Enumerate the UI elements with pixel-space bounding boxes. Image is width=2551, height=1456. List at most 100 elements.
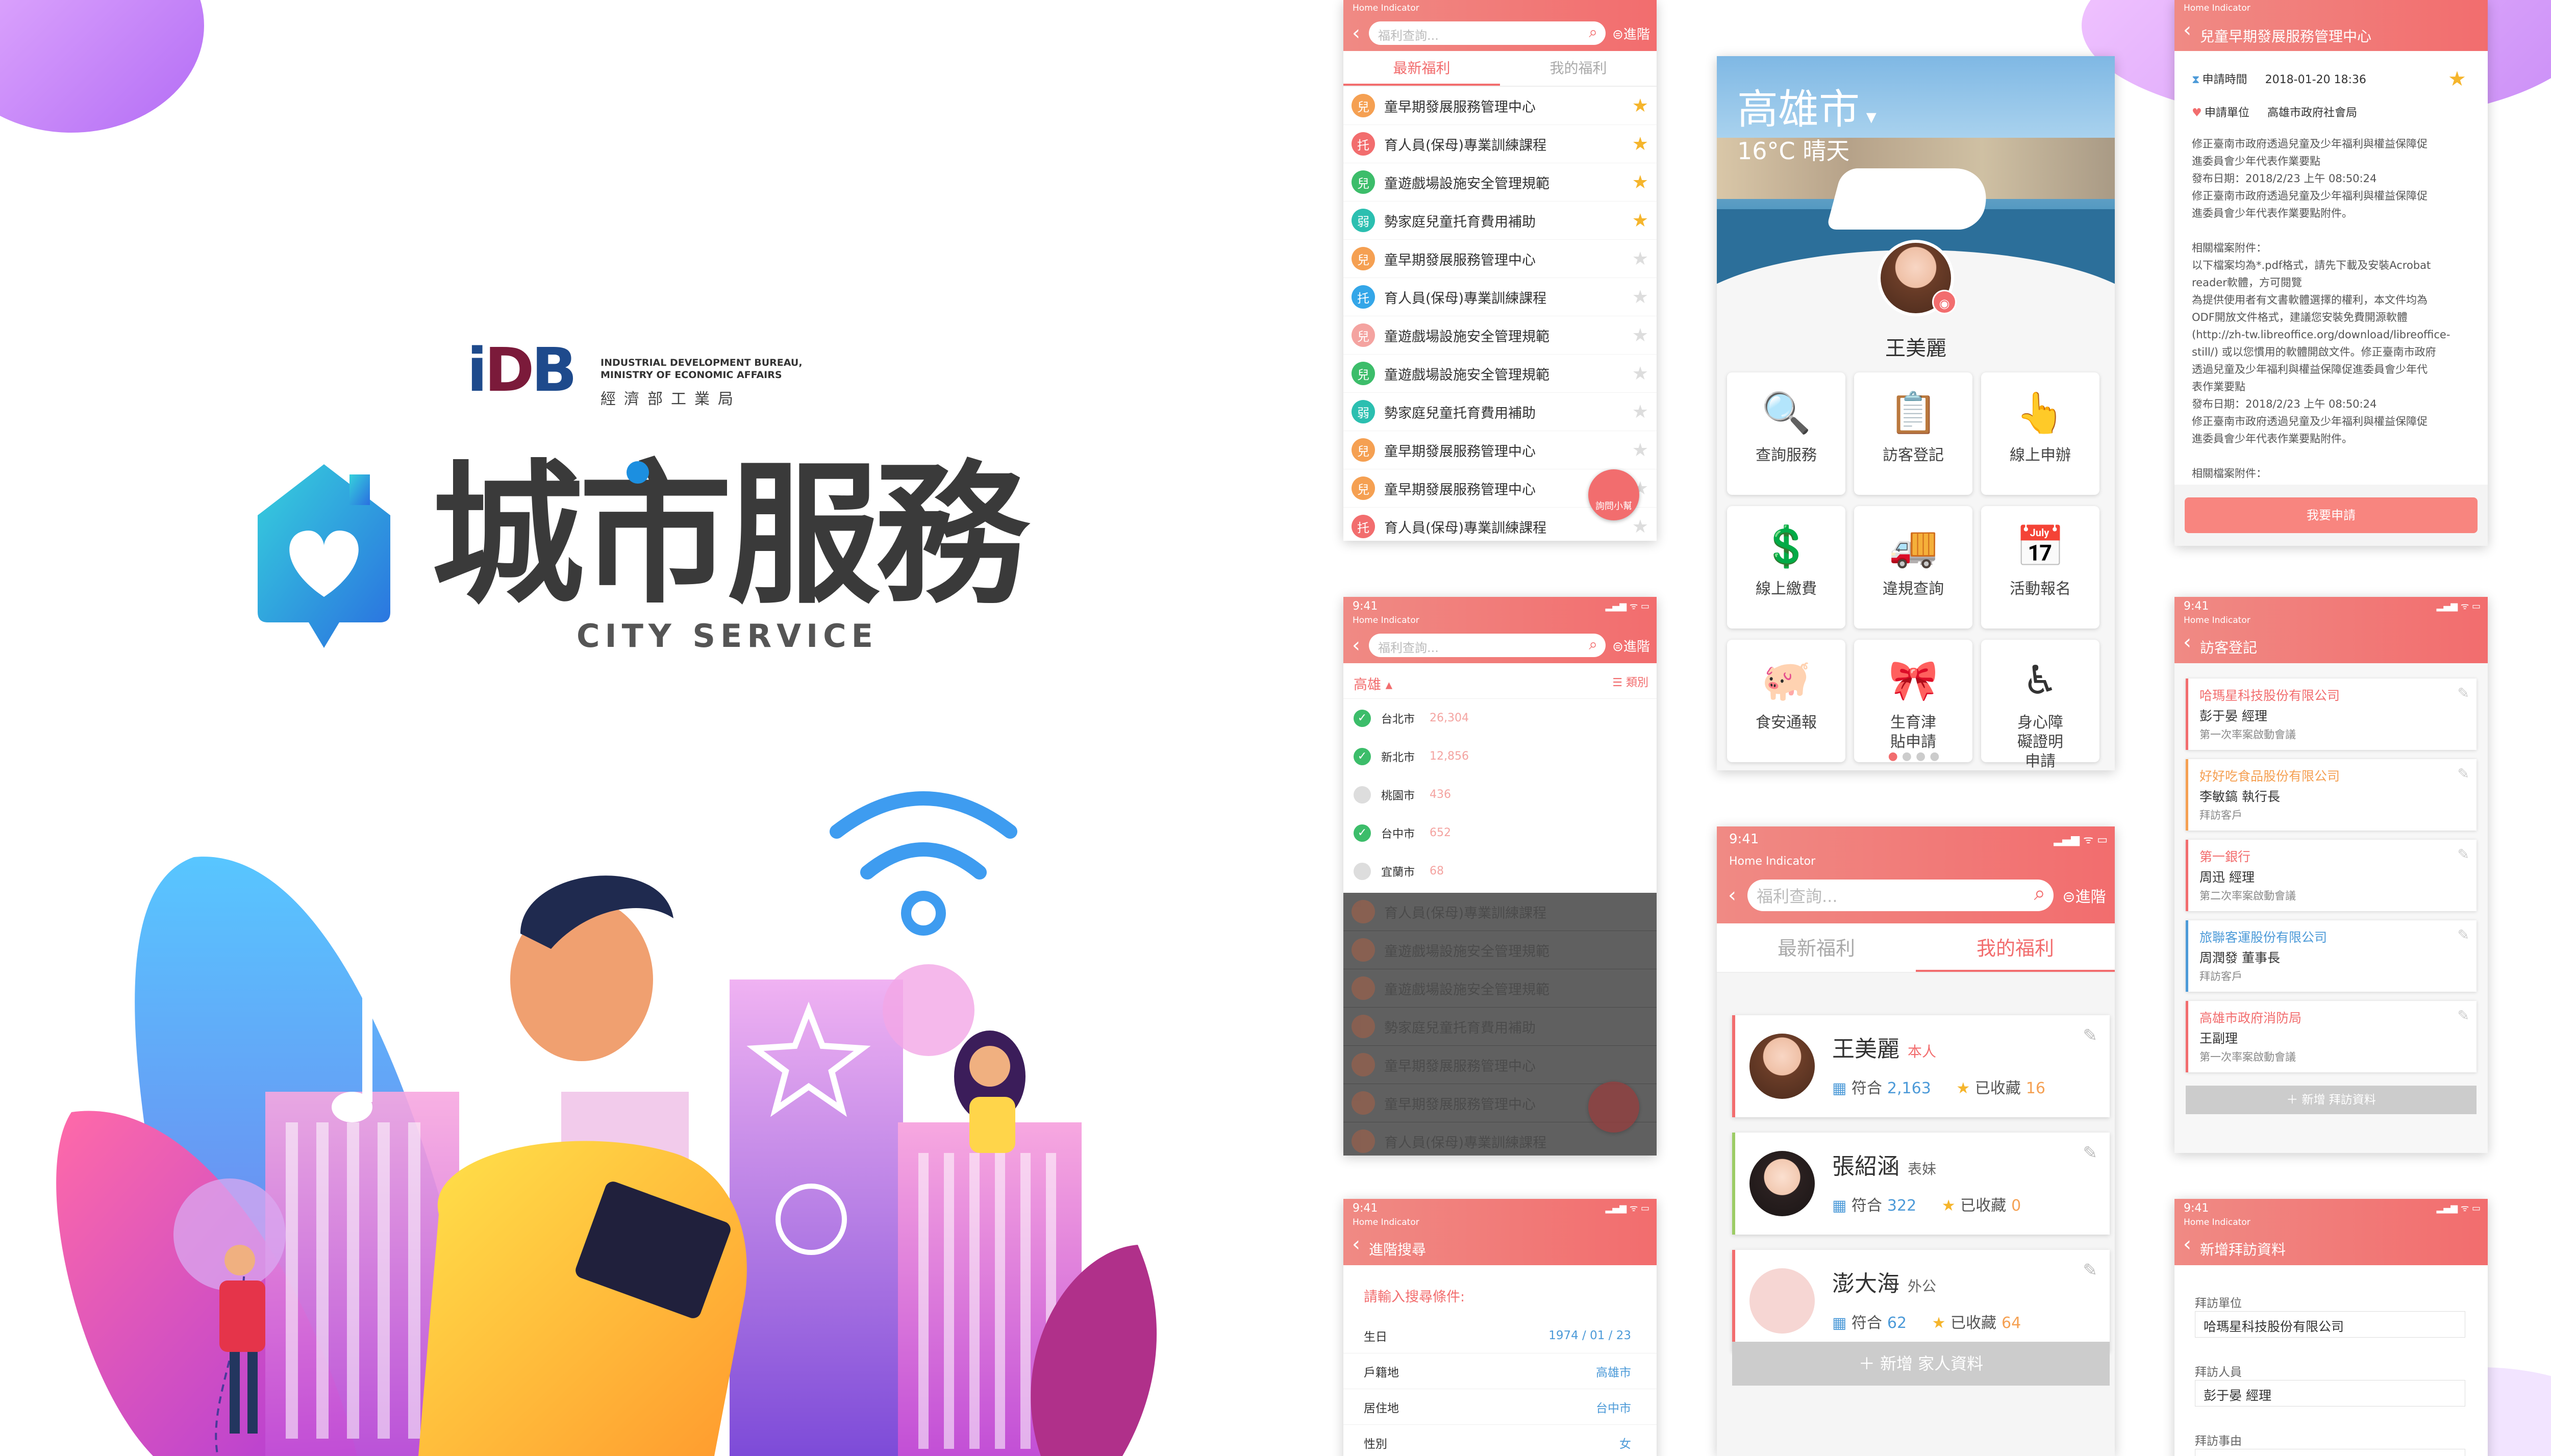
criteria-row[interactable]: 生日 1974 / 01 / 23 xyxy=(1343,1318,1657,1353)
favorite-star-icon[interactable]: ★ xyxy=(1632,95,1648,116)
back-icon[interactable]: ‹ xyxy=(2174,1233,2200,1256)
service-tile[interactable]: 🐖 食安通報 xyxy=(1727,640,1845,762)
favorite-star-icon[interactable]: ★ xyxy=(1632,248,1648,269)
region-option[interactable]: ✓ 桃園市 436 xyxy=(1343,775,1657,814)
edit-pencil-icon[interactable]: ✎ xyxy=(2458,765,2469,782)
home-indicator-link[interactable]: Home Indicator xyxy=(2184,1217,2250,1227)
form-field[interactable]: 第一次率案啟動會議 xyxy=(2195,1449,2465,1456)
back-icon[interactable]: ‹ xyxy=(1343,21,1369,45)
advanced-search-button[interactable]: ⊜進階 xyxy=(2054,884,2115,907)
tab-my-welfare[interactable]: 我的福利 xyxy=(1916,923,2115,972)
edit-pencil-icon[interactable]: ✎ xyxy=(2458,1007,2469,1024)
list-item[interactable]: 兒童早期發展服務管理中心 ★ xyxy=(1343,87,1657,125)
home-indicator-link[interactable]: Home Indicator xyxy=(2184,3,2250,13)
list-item[interactable]: 兒童遊戲場設施安全管理規範 ★ xyxy=(1343,355,1657,393)
favorite-star-icon[interactable]: ★ xyxy=(1632,363,1648,384)
service-tile[interactable]: ♿ 身心障礙證明申請 xyxy=(1981,640,2099,770)
criteria-row[interactable]: 性別 女 xyxy=(1343,1425,1657,1456)
back-icon[interactable]: ‹ xyxy=(1343,634,1369,657)
region-option[interactable]: ✓ 台中市 652 xyxy=(1343,814,1657,852)
back-icon[interactable]: ‹ xyxy=(2174,18,2200,42)
checkbox-icon[interactable]: ✓ xyxy=(1354,862,1371,880)
home-indicator-link[interactable]: Home Indicator xyxy=(1353,3,1419,13)
add-family-button[interactable]: ＋ 新增 家人資料 xyxy=(1732,1342,2110,1386)
edit-pencil-icon[interactable]: ✎ xyxy=(2083,1143,2098,1163)
search-input[interactable]: 福利查詢... ⌕ xyxy=(1369,21,1606,45)
family-member-card[interactable]: 澎大海 外公 ▦ 符合 62 ★ 已收藏 64 ✎ xyxy=(1732,1250,2110,1352)
camera-icon[interactable]: ◉ xyxy=(1932,290,1957,314)
edit-pencil-icon[interactable]: ✎ xyxy=(2083,1260,2098,1281)
region-option[interactable]: ✓ 台北市 26,304 xyxy=(1343,699,1657,737)
page-dots[interactable]: ●●●● xyxy=(1717,750,2115,763)
region-option[interactable]: ✓ 新北市 12,856 xyxy=(1343,737,1657,775)
checkbox-icon[interactable]: ✓ xyxy=(1354,747,1371,765)
back-icon[interactable]: ‹ xyxy=(1717,884,1747,907)
advanced-search-button[interactable]: ⊜進階 xyxy=(1606,24,1657,43)
edit-pencil-icon[interactable]: ✎ xyxy=(2458,846,2469,863)
favorite-star-icon[interactable]: ★ xyxy=(1632,134,1648,155)
home-indicator-link[interactable]: Home Indicator xyxy=(1729,855,1815,868)
list-item[interactable]: 兒童早期發展服務管理中心 ★ xyxy=(1343,431,1657,469)
favorite-star-icon[interactable]: ★ xyxy=(2448,67,2466,91)
visitor-card[interactable]: 第一銀行 周迅 經理 第二次率案啟動會議 ✎ xyxy=(2186,840,2477,911)
list-item[interactable]: 兒童早期發展服務管理中心 ★ xyxy=(1343,240,1657,278)
service-tile[interactable]: 📅 活動報名 xyxy=(1981,506,2099,629)
home-indicator-link[interactable]: Home Indicator xyxy=(2184,615,2250,625)
edit-pencil-icon[interactable]: ✎ xyxy=(2083,1025,2098,1046)
advanced-search-button[interactable]: ⊜進階 xyxy=(1606,636,1657,655)
criteria-row[interactable]: 戶籍地 高雄市 xyxy=(1343,1353,1657,1389)
edit-pencil-icon[interactable]: ✎ xyxy=(2458,685,2469,701)
service-tile[interactable]: 👆 線上申辦 xyxy=(1981,372,2099,495)
status-time: 9:41 xyxy=(1729,832,1759,847)
apply-button[interactable]: 我要申請 xyxy=(2185,497,2478,533)
visitor-card[interactable]: 哈瑪星科技股份有限公司 彭于晏 經理 第一次率案啟動會議 ✎ xyxy=(2186,679,2477,750)
home-indicator-link[interactable]: Home Indicator xyxy=(1353,615,1419,625)
family-member-card[interactable]: 王美麗 本人 ▦ 符合 2,163 ★ 已收藏 16 ✎ xyxy=(1732,1015,2110,1117)
checkbox-icon[interactable]: ✓ xyxy=(1354,824,1371,842)
visitor-card[interactable]: 高雄市政府消防局 王副理 第一次率案啟動會議 ✎ xyxy=(2186,1001,2477,1072)
back-icon[interactable]: ‹ xyxy=(1343,1233,1369,1256)
region-option[interactable]: ✓ 宜蘭市 68 xyxy=(1343,852,1657,890)
favorite-star-icon[interactable]: ★ xyxy=(1632,325,1648,346)
service-tile[interactable]: 🚚 違規查詢 xyxy=(1854,506,1972,629)
category-button[interactable]: ☰ 類別 xyxy=(1612,673,1648,690)
list-item[interactable]: 兒童遊戲場設施安全管理規範 ★ xyxy=(1343,316,1657,355)
service-tile[interactable]: 🔍 查詢服務 xyxy=(1727,372,1845,495)
favorite-star-icon[interactable]: ★ xyxy=(1632,401,1648,422)
favorite-star-icon[interactable]: ★ xyxy=(1632,287,1648,308)
favorite-star-icon[interactable]: ★ xyxy=(1632,210,1648,231)
list-item[interactable]: 托育人員(保母)專業訓練課程 ★ xyxy=(1343,125,1657,163)
assistant-fab-button[interactable] xyxy=(1588,1082,1639,1133)
criteria-row[interactable]: 居住地 台中市 xyxy=(1343,1389,1657,1425)
visitor-card[interactable]: 旅聯客運股份有限公司 周潤發 董事長 拜訪客戶 ✎ xyxy=(2186,920,2477,992)
checkbox-icon[interactable]: ✓ xyxy=(1354,786,1371,804)
tab-latest-welfare[interactable]: 最新福利 xyxy=(1717,923,1916,972)
favorite-star-icon[interactable]: ★ xyxy=(1632,516,1648,537)
visitor-card[interactable]: 好好吃食品股份有限公司 李敏鎬 執行長 拜訪客戶 ✎ xyxy=(2186,759,2477,831)
family-member-card[interactable]: 張紹涵 表妹 ▦ 符合 322 ★ 已收藏 0 ✎ xyxy=(1732,1133,2110,1235)
add-visit-button[interactable]: ＋ 新增 拜訪資料 xyxy=(2186,1086,2477,1114)
service-tile[interactable]: 💲 線上繳費 xyxy=(1727,506,1845,629)
search-input[interactable]: 福利查詢... ⌕ xyxy=(1747,880,2054,911)
service-tile[interactable]: 🎀 生育津貼申請 xyxy=(1854,640,1972,762)
service-tile[interactable]: 📋 訪客登記 xyxy=(1854,372,1972,495)
list-item[interactable]: 弱勢家庭兒童托育費用補助 ★ xyxy=(1343,202,1657,240)
edit-pencil-icon[interactable]: ✎ xyxy=(2458,926,2469,943)
favorite-star-icon[interactable]: ★ xyxy=(1632,440,1648,461)
visitor-note: 第二次率案啟動會議 xyxy=(2199,890,2296,902)
favorite-star-icon[interactable]: ★ xyxy=(1632,172,1648,193)
search-input[interactable]: 福利查詢... ⌕ xyxy=(1369,634,1606,657)
list-item[interactable]: 弱勢家庭兒童托育費用補助 ★ xyxy=(1343,393,1657,431)
tab-my-welfare[interactable]: 我的福利 xyxy=(1500,51,1657,86)
list-item[interactable]: 托育人員(保母)專業訓練課程 ★ xyxy=(1343,278,1657,316)
form-field[interactable]: 彭于晏 經理 xyxy=(2195,1380,2465,1407)
list-item[interactable]: 兒童遊戲場設施安全管理規範 ★ xyxy=(1343,163,1657,202)
form-field[interactable]: 哈瑪星科技股份有限公司 xyxy=(2195,1311,2465,1338)
home-indicator-link[interactable]: Home Indicator xyxy=(1353,1217,1419,1227)
checkbox-icon[interactable]: ✓ xyxy=(1354,709,1371,727)
city-dropdown[interactable]: 高雄 ▴ xyxy=(1354,673,1392,693)
assistant-fab-button[interactable]: 詢問小幫 xyxy=(1588,469,1639,520)
tab-latest-welfare[interactable]: 最新福利 xyxy=(1343,51,1500,86)
city-dropdown[interactable]: 高雄市 ▾ xyxy=(1737,77,1877,136)
back-icon[interactable]: ‹ xyxy=(2174,631,2200,654)
